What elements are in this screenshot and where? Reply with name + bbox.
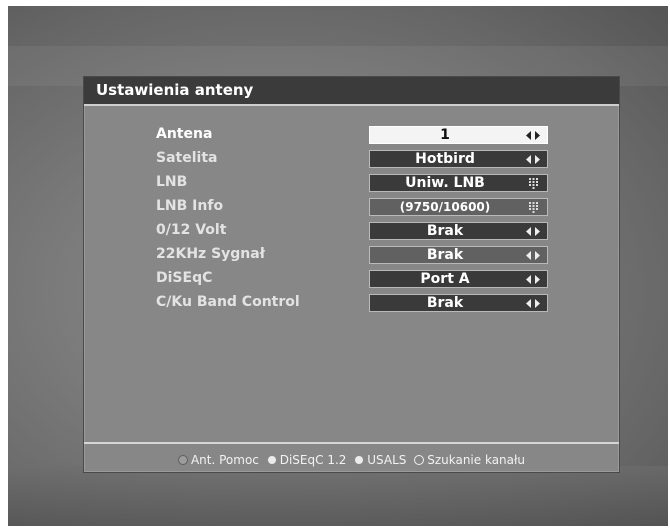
- settings-list: Antena 1 Satelita Hotbird LNB Uniw. LNB …: [84, 124, 619, 316]
- setting-value: (9750/10600): [399, 200, 491, 214]
- antenna-settings-dialog: Ustawienia anteny Antena 1 Satelita Hotb…: [83, 76, 620, 473]
- dialog-header: Ustawienia anteny: [84, 77, 619, 106]
- setting-row-lnb-info[interactable]: LNB Info (9750/10600): [84, 196, 619, 220]
- left-right-arrows-icon: [526, 251, 540, 260]
- setting-value: Uniw. LNB: [405, 175, 485, 191]
- left-right-arrows-icon: [526, 155, 540, 164]
- footer-usals[interactable]: USALS: [354, 453, 406, 467]
- setting-value: Port A: [420, 271, 470, 287]
- setting-value: Brak: [426, 247, 464, 263]
- setting-label: 0/12 Volt: [156, 222, 227, 238]
- lnb-value-selector[interactable]: Uniw. LNB: [369, 174, 548, 192]
- left-right-arrows-icon: [526, 131, 540, 140]
- color-key-legend: Ant. Pomoc DiSEqC 1.2 USALS Szukanie kan…: [84, 452, 619, 470]
- left-right-arrows-icon: [526, 299, 540, 308]
- setting-label: DiSEqC: [156, 270, 213, 286]
- setting-label: Satelita: [156, 150, 218, 166]
- footer-label: Szukanie kanału: [427, 452, 526, 467]
- satellite-value-selector[interactable]: Hotbird: [369, 150, 548, 168]
- setting-label: Antena: [156, 126, 213, 142]
- footer-label: Ant. Pomoc: [190, 452, 259, 467]
- setting-label: 22KHz Sygnał: [156, 246, 265, 262]
- left-right-arrows-icon: [526, 227, 540, 236]
- footer-label: DiSEqC 1.2: [279, 452, 347, 467]
- setting-row-antena[interactable]: Antena 1: [84, 124, 619, 148]
- white-key-icon: [266, 454, 277, 465]
- setting-value: 1: [440, 127, 450, 143]
- gray-key-icon: [177, 454, 188, 465]
- dialog-title: Ustawienia anteny: [96, 81, 254, 99]
- left-right-arrows-icon: [526, 275, 540, 284]
- hollow-key-icon: [414, 454, 425, 465]
- lnb-info-value-field[interactable]: (9750/10600): [369, 198, 548, 216]
- footer-diseqc12[interactable]: DiSEqC 1.2: [266, 452, 347, 467]
- footer-divider: [84, 442, 619, 444]
- antenna-value-selector[interactable]: 1: [369, 126, 548, 144]
- keypad-icon: [529, 178, 538, 189]
- setting-label: LNB: [156, 174, 188, 190]
- tv-screen: Ustawienia anteny Antena 1 Satelita Hotb…: [8, 6, 668, 526]
- setting-row-lnb[interactable]: LNB Uniw. LNB: [84, 172, 619, 196]
- setting-row-voltage[interactable]: 0/12 Volt Brak: [84, 220, 619, 244]
- setting-row-22khz[interactable]: 22KHz Sygnał Brak: [84, 244, 619, 268]
- setting-value: Brak: [426, 223, 464, 239]
- voltage-value-selector[interactable]: Brak: [369, 222, 548, 240]
- setting-label: LNB Info: [156, 198, 224, 214]
- setting-value: Hotbird: [415, 151, 475, 167]
- band-control-value-selector[interactable]: Brak: [369, 294, 548, 312]
- footer-channel-search[interactable]: Szukanie kanału: [414, 453, 525, 467]
- white-key-icon: [354, 454, 365, 465]
- footer-label: USALS: [367, 452, 407, 467]
- setting-label: C/Ku Band Control: [156, 294, 300, 310]
- keypad-icon: [529, 202, 538, 213]
- diseqc-value-selector[interactable]: Port A: [369, 270, 548, 288]
- setting-row-satelita[interactable]: Satelita Hotbird: [84, 148, 619, 172]
- setting-row-diseqc[interactable]: DiSEqC Port A: [84, 268, 619, 292]
- footer-ant-help[interactable]: Ant. Pomoc: [177, 452, 259, 467]
- setting-value: Brak: [426, 295, 464, 311]
- setting-row-band-control[interactable]: C/Ku Band Control Brak: [84, 292, 619, 316]
- tone-value-selector[interactable]: Brak: [369, 246, 548, 264]
